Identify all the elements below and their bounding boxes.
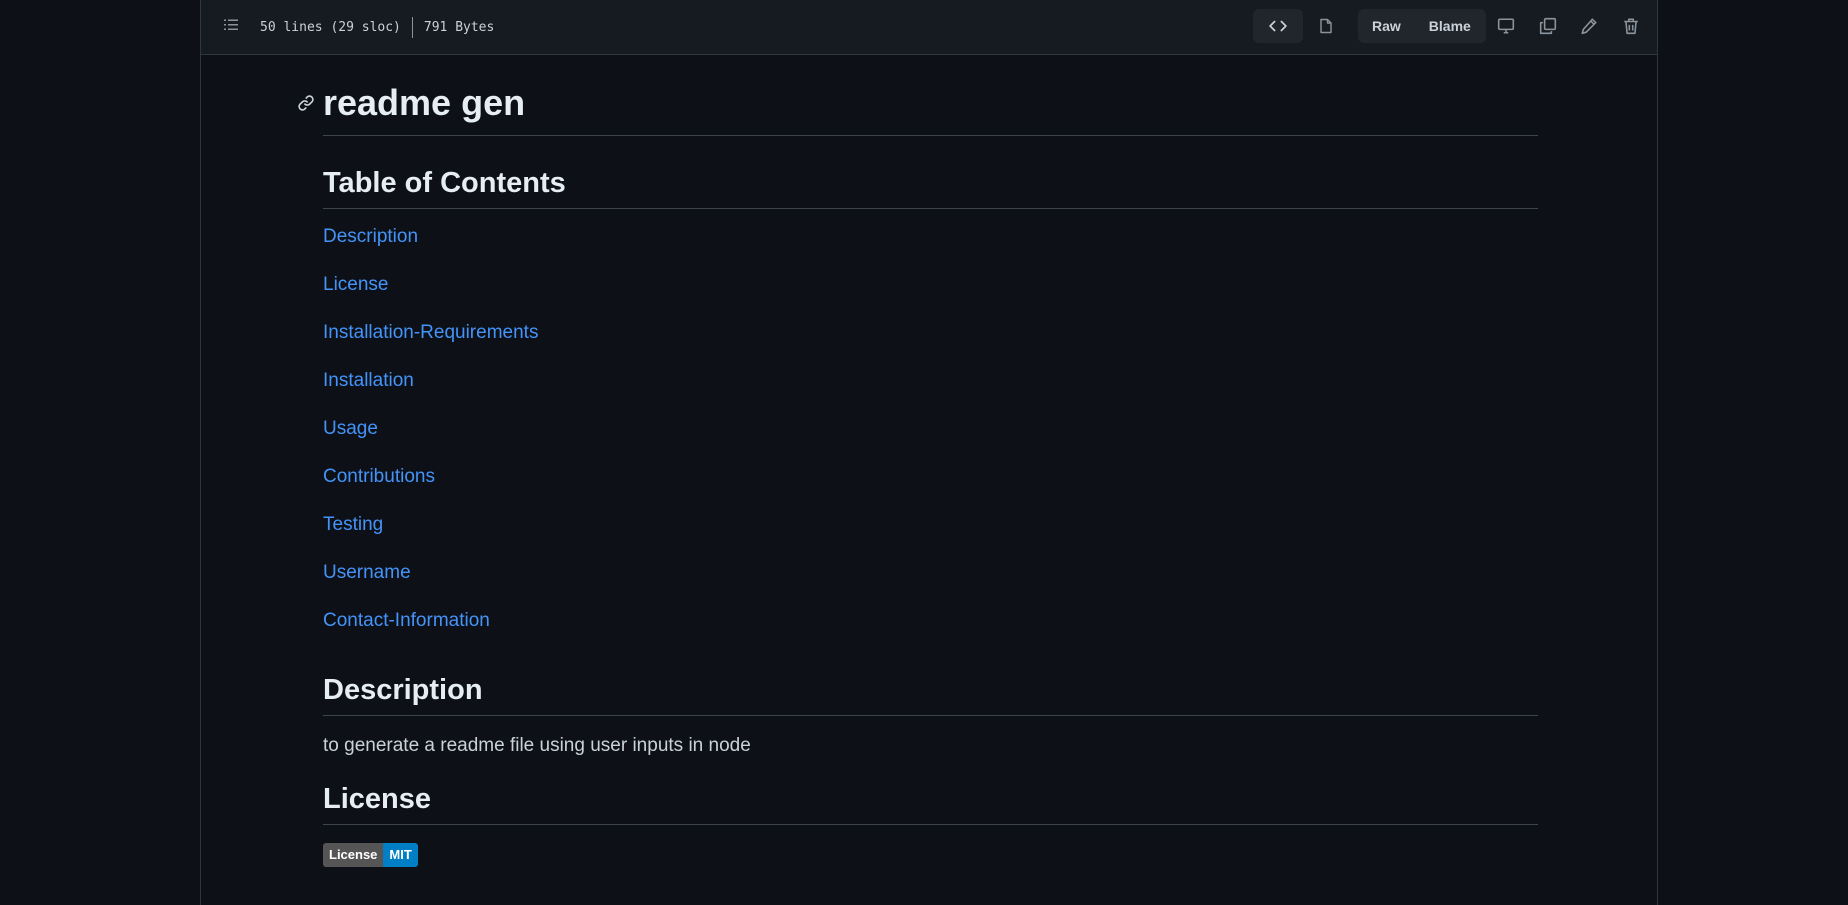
title-text: readme gen [323,82,526,123]
heading-anchor-link[interactable] [297,94,315,112]
list-item: Username [323,559,1538,607]
list-item: Testing [323,511,1538,559]
preview-button[interactable] [1309,9,1343,43]
list-item: Installation [323,367,1538,415]
badge-value: MIT [383,843,418,867]
toc-link-contact-information[interactable]: Contact-Information [323,610,490,631]
meta-divider [411,17,413,38]
raw-blame-group: Raw Blame [1358,9,1486,43]
list-item: Contributions [323,463,1538,511]
list-item: Contact-Information [323,607,1538,655]
toc-link-license[interactable]: License [323,274,389,295]
toc-link-username[interactable]: Username [323,562,411,583]
file-icon [1320,18,1332,34]
edit-button[interactable] [1572,9,1606,43]
link-icon [298,95,314,111]
file-size: 791 Bytes [423,20,495,35]
code-icon [1269,20,1287,32]
toc-link-installation-requirements[interactable]: Installation-Requirements [323,322,538,343]
line-count: 50 lines (29 sloc) [260,20,401,35]
toc-link-description[interactable]: Description [323,226,418,247]
toc-heading: Table of Contents [323,166,1538,209]
readme-content: readme gen Table of Contents Description… [298,55,1538,867]
file-view: 50 lines (29 sloc) 791 Bytes Raw Blame r… [200,0,1658,905]
pencil-icon [1581,18,1597,35]
list-item: License [323,271,1538,319]
code-view-button[interactable] [1253,9,1303,43]
raw-button[interactable]: Raw [1358,9,1415,43]
toc-link-usage[interactable]: Usage [323,418,378,439]
toc-link-contributions[interactable]: Contributions [323,466,435,487]
copy-button[interactable] [1531,9,1565,43]
list-item: Description [323,223,1538,271]
delete-button[interactable] [1614,9,1648,43]
blame-button[interactable]: Blame [1415,9,1485,43]
desktop-icon [1497,18,1515,34]
view-toggle [1253,9,1303,43]
toc-link-testing[interactable]: Testing [323,514,383,535]
license-badge[interactable]: License MIT [323,843,418,867]
list-outline-icon [224,19,238,30]
toc-list: Description License Installation-Require… [323,223,1538,655]
description-text: to generate a readme file using user inp… [323,735,751,756]
description-heading: Description [323,673,1538,716]
list-item: Usage [323,415,1538,463]
file-toolbar: 50 lines (29 sloc) 791 Bytes Raw Blame [201,0,1657,55]
badge-label: License [323,843,384,867]
list-item: Installation-Requirements [323,319,1538,367]
copy-icon [1539,17,1557,35]
trash-icon [1624,18,1638,35]
readme-title: readme gen [298,82,1538,136]
outline-button[interactable] [217,11,245,39]
file-meta: 50 lines (29 sloc) 791 Bytes [260,17,494,38]
toc-link-installation[interactable]: Installation [323,370,414,391]
license-heading: License [323,782,1538,825]
open-desktop-button[interactable] [1489,9,1523,43]
